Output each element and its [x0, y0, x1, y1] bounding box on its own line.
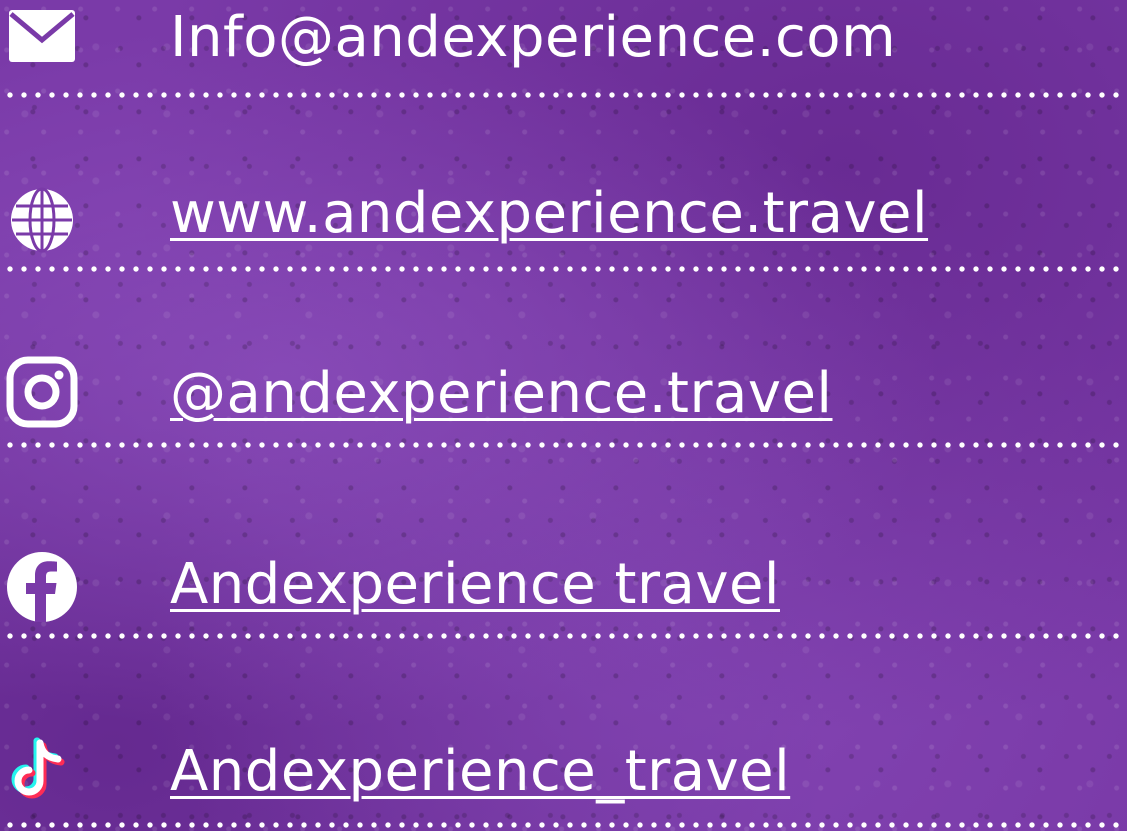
facebook-icon: [4, 549, 80, 625]
website-link[interactable]: www.andexperience.travel: [170, 186, 928, 242]
tiktok-icon: [4, 732, 80, 808]
divider: [0, 821, 1127, 829]
divider: [0, 91, 1127, 99]
website-row: www.andexperience.travel: [0, 170, 1127, 260]
instagram-icon: [4, 354, 80, 430]
mail-icon: [4, 0, 80, 74]
facebook-link[interactable]: Andexperience travel: [170, 557, 780, 613]
divider: [0, 265, 1127, 273]
instagram-row: @andexperience.travel: [0, 350, 1127, 440]
globe-icon: [4, 182, 80, 258]
tiktok-row: Andexperience_travel: [0, 730, 1127, 820]
divider: [0, 441, 1127, 449]
facebook-row: Andexperience travel: [0, 545, 1127, 635]
instagram-link[interactable]: @andexperience.travel: [170, 366, 832, 422]
divider: [0, 632, 1127, 640]
email-row: Info@andexperience.com: [0, 0, 1127, 90]
email-text[interactable]: Info@andexperience.com: [170, 10, 896, 66]
tiktok-link[interactable]: Andexperience_travel: [170, 744, 790, 800]
